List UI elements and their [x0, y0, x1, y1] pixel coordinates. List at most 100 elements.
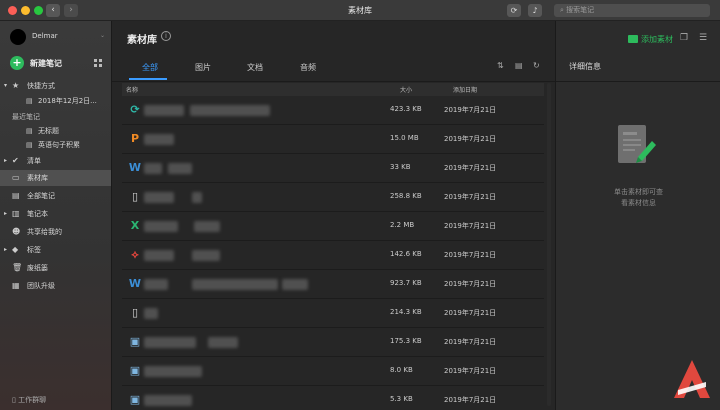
sidebar-item-material-library[interactable]: ▭ 素材库 [0, 170, 111, 186]
shortcut-note-label: 2018年12月2日... [38, 97, 97, 105]
caret-down-icon: ▾ [4, 82, 8, 89]
sidebar: Delmar ⌄ + 新建笔记 ▾ ★ 快捷方式 ▤ 2018年12月2日...… [0, 21, 112, 410]
file-date: 2019年7月21日 [444, 193, 497, 201]
redacted-file-name [144, 366, 202, 377]
table-row[interactable]: ⟳ 423.3 KB 2019年7月21日 [122, 96, 544, 125]
settings-list-icon[interactable]: ☰ [699, 33, 707, 43]
user-name: Delmar [32, 32, 58, 40]
recent-note-label: 英语句子积累 [38, 141, 80, 149]
file-table: ⟳ 423.3 KB 2019年7月21日 P 15.0 MB 2019年7月21日 W 33… [122, 96, 544, 410]
folder-icon: ▭ [12, 173, 20, 182]
redacted-file-name [144, 221, 178, 232]
sidebar-item-label: 共享给我的 [27, 228, 62, 236]
avatar [10, 29, 26, 45]
redacted-file-name [144, 134, 174, 145]
redacted-file-name [208, 337, 238, 348]
people-icon: ☻ [12, 227, 21, 236]
main-panel: 素材库 i 全部 图片 文档 音频 ⇅ ▤ ↻ 名称 大小 添加日期 ⟳ 423.… [112, 21, 555, 410]
shortcuts-label: 快捷方式 [27, 82, 55, 90]
notification-icon[interactable]: ♪ [528, 4, 542, 17]
table-row[interactable]: ⟡ 142.6 KB 2019年7月21日 [122, 241, 544, 270]
file-size: 423.3 KB [390, 105, 422, 113]
table-row[interactable]: ▣ 5.3 KB 2019年7月21日 [122, 386, 544, 410]
sync-file-icon: ⟳ [130, 103, 140, 116]
image-file-icon: ▣ [129, 364, 141, 377]
team-icon: ▦ [12, 281, 20, 290]
file-size: 5.3 KB [390, 395, 413, 403]
notes-icon: ▤ [12, 191, 20, 200]
tab-documents[interactable]: 文档 [247, 62, 263, 73]
redacted-file-name [194, 221, 220, 232]
sidebar-item-all-notes[interactable]: ▤ 全部笔记 [0, 188, 111, 204]
window-icon[interactable]: ❐ [680, 33, 688, 43]
redacted-file-name [144, 192, 174, 203]
details-title: 详细信息 [569, 62, 601, 71]
grid-view-icon[interactable] [94, 59, 102, 67]
sidebar-item-recent-english[interactable]: ▤ 英语句子积累 [0, 137, 111, 153]
image-file-icon: ▣ [129, 335, 141, 348]
table-row[interactable]: W 33 KB 2019年7月21日 [122, 154, 544, 183]
generic-file-icon: ▯ [131, 306, 139, 319]
sidebar-item-label: 标签 [27, 246, 41, 254]
sidebar-item-checklist[interactable]: ▸ ✔ 清单 [0, 153, 111, 169]
star-icon: ★ [12, 81, 20, 90]
sidebar-item-label: 废纸篓 [27, 264, 48, 272]
table-row[interactable]: ▣ 8.0 KB 2019年7月21日 [122, 357, 544, 386]
redacted-file-name [168, 163, 192, 174]
add-material-icon [628, 35, 638, 43]
file-size: 923.7 KB [390, 279, 422, 287]
sidebar-item-team-upgrade[interactable]: ▦ 团队升级 [0, 278, 111, 294]
file-size: 175.3 KB [390, 337, 422, 345]
word-file-icon: W [128, 277, 142, 290]
caret-right-icon: ▸ [4, 210, 8, 217]
sidebar-item-label: 素材库 [27, 174, 48, 182]
table-row[interactable]: ▯ 258.8 KB 2019年7月21日 [122, 183, 544, 212]
search-placeholder: 搜索笔记 [566, 6, 595, 14]
active-tab-indicator [129, 78, 167, 80]
notebook-icon: ▥ [12, 209, 20, 218]
work-chat-button[interactable]: ▯ 工作群聊 [12, 395, 46, 405]
sidebar-item-shared[interactable]: ☻ 共享给我的 [0, 224, 111, 240]
refresh-icon[interactable]: ↻ [533, 61, 540, 70]
sidebar-item-shortcuts[interactable]: ▾ ★ 快捷方式 [0, 78, 111, 94]
file-date: 2019年7月21日 [444, 164, 497, 172]
scrollbar[interactable] [547, 83, 551, 406]
sidebar-item-notebook[interactable]: ▸ ▥ 笔记本 [0, 206, 111, 222]
column-name[interactable]: 名称 [126, 85, 138, 94]
sidebar-item-label: 笔记本 [27, 210, 48, 218]
tab-images[interactable]: 图片 [195, 62, 211, 73]
search-input[interactable]: ⌕ 搜索笔记 [554, 4, 710, 17]
redacted-file-name [144, 395, 192, 406]
column-size[interactable]: 大小 [400, 85, 412, 94]
work-chat-label: 工作群聊 [18, 396, 47, 404]
table-row[interactable]: ▣ 175.3 KB 2019年7月21日 [122, 328, 544, 357]
redacted-file-name [144, 250, 174, 261]
table-header: 名称 大小 添加日期 [122, 83, 544, 96]
caret-right-icon: ▸ [4, 157, 8, 164]
note-icon: ▤ [26, 97, 33, 105]
file-size: 258.8 KB [390, 192, 422, 200]
file-date: 2019年7月21日 [444, 338, 497, 346]
image-file-icon: ▣ [129, 393, 141, 406]
column-date[interactable]: 添加日期 [453, 85, 477, 94]
info-icon[interactable]: i [161, 31, 171, 41]
redacted-file-name [144, 105, 184, 116]
table-row[interactable]: P 15.0 MB 2019年7月21日 [122, 125, 544, 154]
hint-text-line2: 看素材信息 [621, 199, 656, 207]
table-row[interactable]: X 2.2 MB 2019年7月21日 [122, 212, 544, 241]
sidebar-item-tags[interactable]: ▸ ◆ 标签 [0, 242, 111, 258]
table-row[interactable]: W 923.7 KB 2019年7月21日 [122, 270, 544, 299]
sync-icon[interactable]: ⟳ [507, 4, 521, 17]
sidebar-item-shortcut-note[interactable]: ▤ 2018年12月2日... [0, 93, 111, 109]
generic-file-icon: ▯ [131, 190, 139, 203]
sidebar-item-label: 团队升级 [27, 282, 55, 290]
pdf-file-icon: ⟡ [131, 248, 139, 261]
tab-all[interactable]: 全部 [142, 62, 158, 73]
tab-audio[interactable]: 音频 [300, 62, 316, 73]
sidebar-item-trash[interactable]: 🗑 废纸篓 [0, 260, 111, 276]
add-material-button[interactable]: 添加素材 [641, 34, 673, 45]
table-row[interactable]: ▯ 214.3 KB 2019年7月21日 [122, 299, 544, 328]
details-panel: 添加素材 ❐ ☰ 详细信息 单击素材即可查 看素材信息 [555, 21, 720, 410]
sort-icon[interactable]: ⇅ [497, 61, 504, 70]
list-view-icon[interactable]: ▤ [515, 61, 523, 70]
